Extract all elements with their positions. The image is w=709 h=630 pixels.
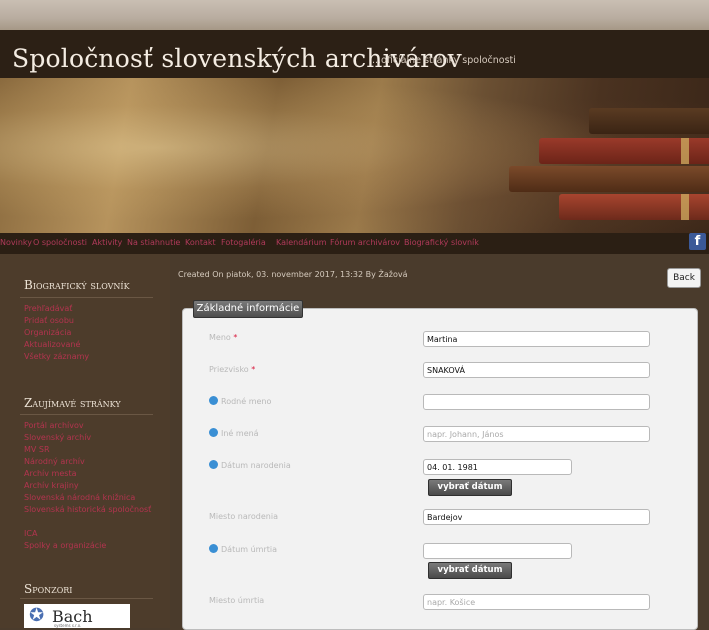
label-text: Dátum narodenia bbox=[221, 461, 291, 470]
meno-input[interactable]: Martina bbox=[423, 331, 650, 347]
sidebar-divider bbox=[20, 598, 153, 599]
nav-item-o-spolocnosti[interactable]: O spoločnosti bbox=[33, 238, 87, 247]
label-text: Meno bbox=[209, 333, 231, 342]
required-mark: * bbox=[233, 333, 238, 342]
sidebar-link[interactable]: ICA bbox=[24, 529, 37, 538]
miesto-narodenia-value: Bardejov bbox=[427, 513, 463, 522]
miesto-narodenia-input[interactable]: Bardejov bbox=[423, 509, 650, 525]
field-label-datum-narodenia: Dátum narodenia bbox=[209, 460, 291, 470]
nav-item-forum[interactable]: Fórum archivárov bbox=[330, 238, 400, 247]
nav-item-fotogaleria[interactable]: Fotogaléria bbox=[221, 238, 266, 247]
pick-death-date-button[interactable]: vybrať dátum bbox=[428, 562, 512, 579]
field-label-meno: Meno * bbox=[209, 333, 237, 342]
sidebar-link[interactable]: Spolky a organizácie bbox=[24, 541, 106, 550]
priezvisko-input[interactable]: SNAKOVÁ bbox=[423, 362, 650, 378]
header-banner-image bbox=[0, 78, 709, 233]
sidebar-link[interactable]: Všetky záznamy bbox=[24, 352, 89, 361]
sidebar-link[interactable]: Archív krajiny bbox=[24, 481, 79, 490]
sidebar-link[interactable]: Organizácia bbox=[24, 328, 71, 337]
fieldset-legend: Základné informácie bbox=[193, 300, 303, 318]
meno-value: Martina bbox=[427, 335, 458, 344]
banner-book-band bbox=[681, 194, 689, 220]
rodne-meno-input[interactable] bbox=[423, 394, 650, 410]
banner-book bbox=[509, 166, 709, 192]
site-header: Spoločnosť slovenských archivárov ...ofi… bbox=[0, 30, 709, 78]
top-strip bbox=[0, 0, 709, 30]
field-label-miesto-narodenia: Miesto narodenia bbox=[209, 512, 278, 521]
datum-narodenia-input[interactable]: 04. 01. 1981 bbox=[423, 459, 572, 475]
miesto-umrtia-placeholder: napr. Košice bbox=[427, 598, 476, 607]
back-button[interactable]: Back bbox=[667, 268, 701, 288]
label-text: Rodné meno bbox=[221, 397, 272, 406]
field-label-rodne-meno: Rodné meno bbox=[209, 396, 271, 406]
label-text: Dátum úmrtia bbox=[221, 545, 278, 554]
datum-umrtia-input[interactable] bbox=[423, 543, 572, 559]
required-mark: * bbox=[251, 365, 256, 374]
miesto-umrtia-input[interactable]: napr. Košice bbox=[423, 594, 650, 610]
sidebar-link[interactable]: Prehľadávať bbox=[24, 304, 72, 313]
sidebar-heading-sponzori: Sponzori bbox=[24, 582, 73, 596]
datum-narodenia-value: 04. 01. 1981 bbox=[427, 463, 478, 472]
label-text: Priezvisko bbox=[209, 365, 249, 374]
sidebar-link[interactable]: MV SR bbox=[24, 445, 50, 454]
info-icon[interactable] bbox=[209, 460, 218, 469]
sidebar-link[interactable]: Archív mesta bbox=[24, 469, 76, 478]
field-label-datum-umrtia: Dátum úmrtia bbox=[209, 544, 277, 554]
nav-item-kalendarium[interactable]: Kalendárium bbox=[276, 238, 327, 247]
sidebar-link[interactable]: Slovenská historická spoločnosť bbox=[24, 505, 151, 514]
info-icon[interactable] bbox=[209, 544, 218, 553]
field-label-priezvisko: Priezvisko * bbox=[209, 365, 255, 374]
nav-item-aktivity[interactable]: Aktivity bbox=[92, 238, 122, 247]
info-icon[interactable] bbox=[209, 428, 218, 437]
facebook-icon[interactable]: f bbox=[689, 233, 706, 250]
label-text: Iné mená bbox=[221, 429, 259, 438]
sponsor-logo[interactable]: ✪ Bach systems s.r.o. bbox=[24, 604, 130, 628]
sponsor-sub: systems s.r.o. bbox=[54, 623, 82, 628]
sidebar-heading-zaujimave-stranky: Zaujímavé stránky bbox=[24, 396, 121, 410]
banner-book-band bbox=[681, 138, 689, 164]
sidebar-divider bbox=[20, 297, 153, 298]
sidebar-link[interactable]: Slovenská národná knižnica bbox=[24, 493, 135, 502]
ine-mena-input[interactable]: napr. Johann, János bbox=[423, 426, 650, 442]
field-label-miesto-umrtia: Miesto úmrtia bbox=[209, 596, 265, 605]
nav-item-na-stiahnutie[interactable]: Na stiahnutie bbox=[127, 238, 180, 247]
nav-item-novinky[interactable]: Novinky bbox=[0, 238, 32, 247]
sidebar-heading-biograficky-slovnik: Biografický slovník bbox=[24, 278, 130, 292]
sidebar-link[interactable]: Pridať osobu bbox=[24, 316, 74, 325]
star-icon: ✪ bbox=[29, 605, 45, 626]
ine-mena-placeholder: napr. Johann, János bbox=[427, 430, 504, 439]
sidebar-link[interactable]: Aktualizované bbox=[24, 340, 80, 349]
field-label-ine-mena: Iné mená bbox=[209, 428, 259, 438]
nav-item-kontakt[interactable]: Kontakt bbox=[185, 238, 216, 247]
main-navigation: Novinky O spoločnosti Aktivity Na stiahn… bbox=[0, 233, 709, 254]
banner-book bbox=[589, 108, 709, 134]
created-info: Created On piatok, 03. november 2017, 13… bbox=[178, 270, 408, 279]
site-subtitle: ...oficiálne stránky spoločnosti bbox=[372, 55, 516, 66]
sidebar-link[interactable]: Portál archívov bbox=[24, 421, 84, 430]
sidebar-divider bbox=[20, 414, 153, 415]
pick-birth-date-button[interactable]: vybrať dátum bbox=[428, 479, 512, 496]
nav-item-biograficky-slovnik[interactable]: Biografický slovník bbox=[404, 238, 479, 247]
priezvisko-value: SNAKOVÁ bbox=[427, 366, 465, 375]
sidebar-link[interactable]: Slovenský archív bbox=[24, 433, 91, 442]
sidebar-link[interactable]: Národný archív bbox=[24, 457, 85, 466]
info-icon[interactable] bbox=[209, 396, 218, 405]
